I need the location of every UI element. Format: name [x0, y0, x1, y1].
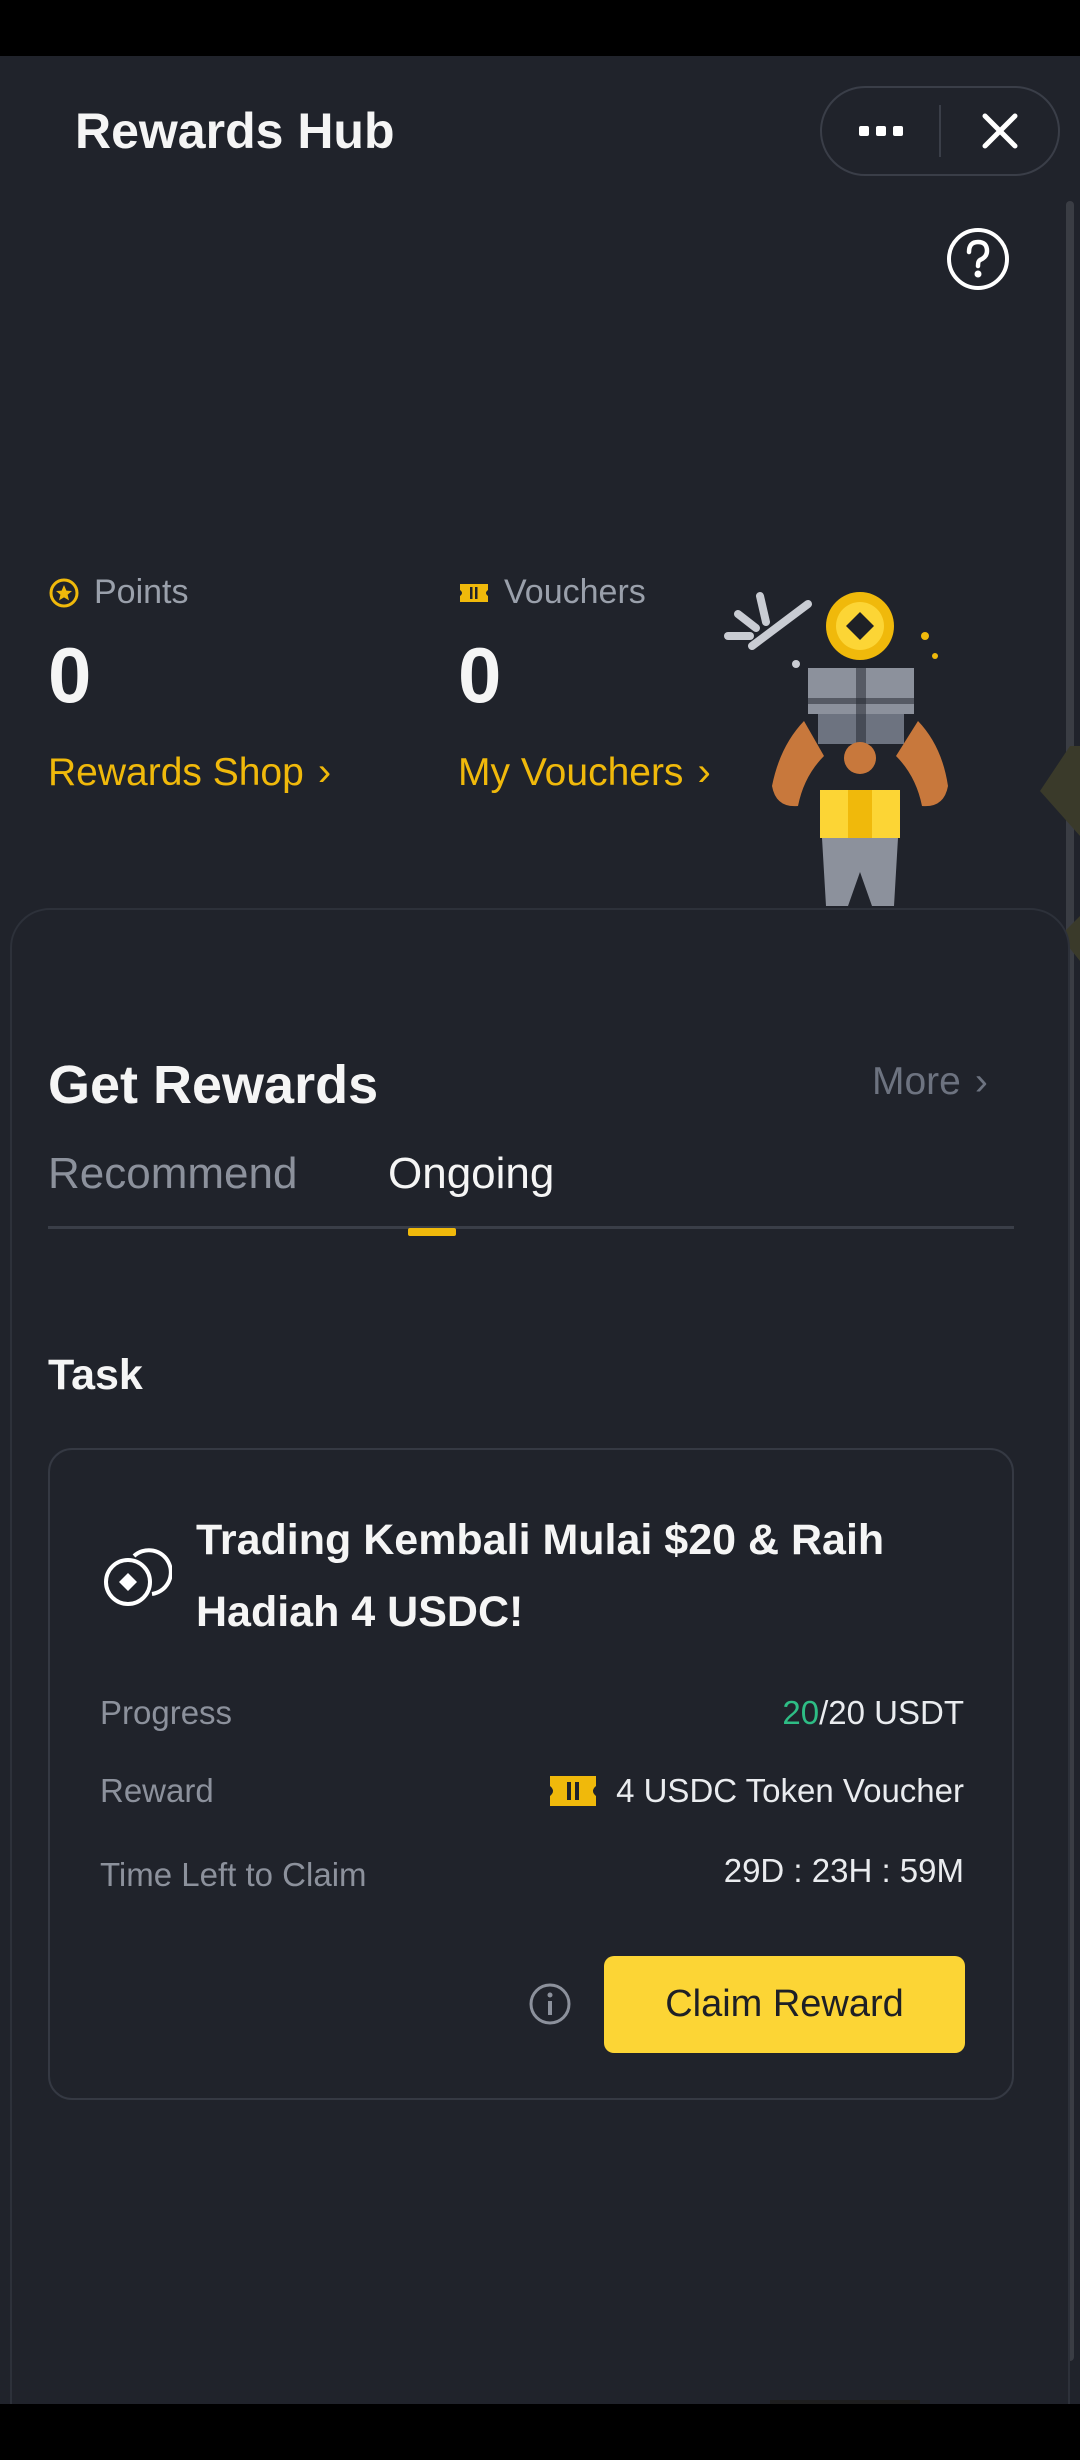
- close-button[interactable]: [941, 88, 1058, 174]
- task-heading: Task: [48, 1351, 143, 1399]
- vouchers-label-row: Vouchers: [458, 573, 711, 612]
- points-label-row: Points: [48, 573, 331, 612]
- chevron-right-icon: ›: [974, 1060, 988, 1103]
- rewards-tabs: Recommend Ongoing: [48, 1149, 1014, 1229]
- task-card[interactable]: Trading Kembali Mulai $20 & Raih Hadiah …: [48, 1448, 1014, 2100]
- rewards-hub-screen: Rewards Hub Points 0 Rewards Shop › Vouc…: [0, 56, 1080, 2404]
- time-left-value: 29D : 23H : 59M: [723, 1852, 964, 1889]
- more-dot: [892, 126, 903, 136]
- ticket-icon: [460, 583, 488, 602]
- star-coin-icon: [49, 578, 79, 607]
- navigation-bar: [0, 2404, 1080, 2460]
- time-left-label: Time Left to Claim: [100, 1856, 367, 1893]
- trading-coins-icon: [104, 1548, 172, 1606]
- page-title: Rewards Hub: [75, 103, 395, 159]
- task-title: Trading Kembali Mulai $20 & Raih Hadiah …: [196, 1516, 885, 1636]
- reward-text: 4 USDC Token Voucher: [616, 1772, 964, 1809]
- my-vouchers-link[interactable]: My Vouchers ›: [458, 750, 711, 795]
- more-link[interactable]: More ›: [872, 1060, 988, 1104]
- chevron-right-icon: ›: [697, 750, 711, 794]
- my-vouchers-label: My Vouchers: [458, 750, 684, 794]
- close-icon: [982, 113, 1017, 149]
- vouchers-label: Vouchers: [504, 573, 646, 611]
- more-label: More: [872, 1060, 961, 1103]
- tab-ongoing[interactable]: Ongoing: [388, 1149, 554, 1199]
- more-horizontal-icon: [858, 126, 869, 136]
- progress-current: 20: [782, 1694, 820, 1731]
- get-rewards-title: Get Rewards: [48, 1055, 379, 1115]
- progress-label: Progress: [100, 1694, 233, 1731]
- rewards-shop-link[interactable]: Rewards Shop ›: [48, 750, 331, 795]
- claim-reward-button[interactable]: Claim Reward: [604, 1956, 965, 2053]
- chevron-right-icon: ›: [317, 750, 332, 794]
- tab-recommend[interactable]: Recommend: [48, 1149, 297, 1199]
- points-value: 0: [48, 631, 92, 719]
- progress-value: 20 /20 USDT: [782, 1694, 964, 1732]
- more-dot: [875, 126, 886, 136]
- header-actions: [820, 86, 1060, 176]
- gift-illustration: [724, 592, 948, 906]
- rewards-shop-label: Rewards Shop: [48, 750, 304, 794]
- points-label: Points: [94, 573, 189, 611]
- info-icon[interactable]: [528, 1982, 572, 2026]
- progress-total: /20 USDT: [819, 1694, 964, 1731]
- vouchers-value: 0: [458, 631, 502, 719]
- vouchers-stat: Vouchers 0 My Vouchers ›: [458, 573, 711, 795]
- more-button[interactable]: [822, 88, 939, 174]
- question-circle-icon[interactable]: [945, 226, 1011, 292]
- reward-label: Reward: [100, 1772, 214, 1809]
- voucher-icon: [550, 1776, 597, 1806]
- active-tab-indicator: [408, 1228, 456, 1236]
- home-indicator[interactable]: [770, 2400, 920, 2404]
- status-bar: [0, 0, 1080, 56]
- points-stat: Points 0 Rewards Shop ›: [48, 573, 331, 795]
- reward-value: 4 USDC Token Voucher: [548, 1772, 964, 1810]
